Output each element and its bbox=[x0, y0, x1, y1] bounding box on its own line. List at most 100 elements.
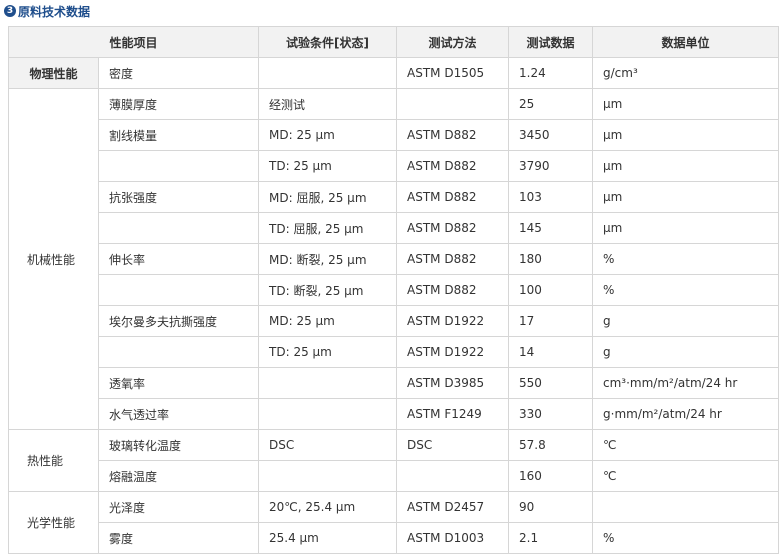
section-title-text: 原料技术数据 bbox=[18, 4, 91, 19]
cell-value: 25 bbox=[508, 88, 594, 120]
cell-method: DSC bbox=[396, 429, 510, 461]
cell-value: 2.1 bbox=[508, 522, 594, 554]
cell-method: ASTM D882 bbox=[396, 274, 510, 306]
cell-condition: TD: 25 μm bbox=[258, 336, 398, 368]
table-header-row: 性能项目 试验条件[状态] 测试方法 测试数据 数据单位 bbox=[7, 26, 780, 58]
cell-condition bbox=[258, 460, 398, 492]
table-row: TD: 屈服, 25 μm ASTM D882 145 μm bbox=[9, 212, 780, 244]
cell-unit: cm³·mm/m²/atm/24 hr bbox=[592, 367, 780, 399]
cell-value: 550 bbox=[508, 367, 594, 399]
cell-method: ASTM D882 bbox=[396, 119, 510, 151]
cell-value: 100 bbox=[508, 274, 594, 306]
cell-condition: MD: 25 μm bbox=[258, 119, 398, 151]
table-row: TD: 25 μm ASTM D1922 14 g bbox=[9, 336, 780, 368]
cell-item bbox=[97, 212, 260, 244]
technical-data-table: 性能项目 试验条件[状态] 测试方法 测试数据 数据单位 物理性能 密度 AST… bbox=[7, 26, 780, 554]
cell-unit: μm bbox=[592, 212, 780, 244]
cell-condition: TD: 断裂, 25 μm bbox=[258, 274, 398, 306]
cell-method: ASTM D1922 bbox=[396, 336, 510, 368]
table-row: 热性能 玻璃转化温度 DSC DSC 57.8 ℃ bbox=[8, 429, 780, 492]
cell-unit: μm bbox=[592, 119, 780, 151]
cell-unit: g bbox=[592, 336, 780, 368]
cell-method: ASTM D882 bbox=[396, 150, 510, 182]
table-row: 机械性能 薄膜厚度 经测试 25 μm bbox=[8, 88, 780, 430]
cell-unit bbox=[592, 491, 780, 523]
table-row: TD: 断裂, 25 μm ASTM D882 100 % bbox=[9, 274, 780, 306]
cell-condition: DSC bbox=[258, 429, 398, 461]
cell-value: 160 bbox=[508, 460, 594, 492]
cell-unit: % bbox=[592, 243, 780, 275]
table-row: 割线模量 MD: 25 μm ASTM D882 3450 μm bbox=[9, 119, 780, 151]
cell-item: 水气透过率 bbox=[97, 398, 260, 430]
table-row: 熔融温度 160 ℃ bbox=[9, 460, 780, 492]
cell-method: ASTM F1249 bbox=[396, 398, 510, 430]
cell-method: ASTM D882 bbox=[396, 181, 510, 213]
header-condition: 试验条件[状态] bbox=[258, 26, 398, 58]
table-row: 透氧率 ASTM D3985 550 cm³·mm/m²/atm/24 hr bbox=[9, 367, 780, 399]
cell-method bbox=[396, 460, 510, 492]
cell-condition: TD: 屈服, 25 μm bbox=[258, 212, 398, 244]
cell-unit: μm bbox=[592, 181, 780, 213]
table-row: 抗张强度 MD: 屈服, 25 μm ASTM D882 103 μm bbox=[9, 181, 780, 213]
cell-item: 熔融温度 bbox=[97, 460, 260, 492]
header-property: 性能项目 bbox=[7, 26, 260, 58]
cell-unit: ℃ bbox=[592, 460, 780, 492]
cell-method: ASTM D1505 bbox=[396, 57, 510, 89]
cell-method: ASTM D2457 bbox=[396, 491, 510, 523]
category-mechanical: 机械性能 bbox=[8, 88, 99, 430]
table-row: 光学性能 光泽度 20℃, 25.4 μm ASTM D2457 90 bbox=[8, 491, 780, 554]
cell-condition: 经测试 bbox=[258, 88, 398, 120]
cell-item: 密度 bbox=[97, 57, 260, 89]
category-physical: 物理性能 bbox=[8, 57, 99, 89]
cell-value: 57.8 bbox=[508, 429, 594, 461]
cell-unit: g/cm³ bbox=[592, 57, 780, 89]
table-row: 伸长率 MD: 断裂, 25 μm ASTM D882 180 % bbox=[9, 243, 780, 275]
cell-item: 透氧率 bbox=[97, 367, 260, 399]
table-row: 水气透过率 ASTM F1249 330 g·mm/m²/atm/24 hr bbox=[9, 398, 780, 430]
cell-item: 玻璃转化温度 bbox=[97, 429, 260, 461]
cell-unit: % bbox=[592, 274, 780, 306]
cell-value: 3450 bbox=[508, 119, 594, 151]
table-row: 物理性能 密度 ASTM D1505 1.24 g/cm³ bbox=[8, 57, 780, 89]
cell-condition: MD: 断裂, 25 μm bbox=[258, 243, 398, 275]
cell-value: 330 bbox=[508, 398, 594, 430]
cell-item bbox=[97, 150, 260, 182]
cell-condition bbox=[258, 57, 398, 89]
cell-item: 抗张强度 bbox=[97, 181, 260, 213]
header-value: 测试数据 bbox=[508, 26, 594, 58]
cell-condition bbox=[258, 367, 398, 399]
cell-value: 145 bbox=[508, 212, 594, 244]
cell-method: ASTM D882 bbox=[396, 243, 510, 275]
category-thermal: 热性能 bbox=[8, 429, 99, 492]
cell-item bbox=[97, 274, 260, 306]
cell-condition: MD: 25 μm bbox=[258, 305, 398, 337]
cell-item: 薄膜厚度 bbox=[97, 88, 260, 120]
section-title: 3 原料技术数据 bbox=[4, 2, 90, 20]
cell-method: ASTM D1922 bbox=[396, 305, 510, 337]
cell-value: 1.24 bbox=[508, 57, 594, 89]
cell-unit: % bbox=[592, 522, 780, 554]
cell-unit: g bbox=[592, 305, 780, 337]
cell-condition: 25.4 μm bbox=[258, 522, 398, 554]
cell-condition bbox=[258, 398, 398, 430]
cell-item bbox=[97, 336, 260, 368]
cell-value: 14 bbox=[508, 336, 594, 368]
category-optical: 光学性能 bbox=[8, 491, 99, 554]
section-number-badge: 3 bbox=[4, 5, 16, 17]
cell-condition: 20℃, 25.4 μm bbox=[258, 491, 398, 523]
cell-item: 雾度 bbox=[97, 522, 260, 554]
cell-method bbox=[396, 88, 510, 120]
cell-condition: MD: 屈服, 25 μm bbox=[258, 181, 398, 213]
table-row: TD: 25 μm ASTM D882 3790 μm bbox=[9, 150, 780, 182]
header-method: 测试方法 bbox=[396, 26, 510, 58]
cell-value: 90 bbox=[508, 491, 594, 523]
cell-unit: g·mm/m²/atm/24 hr bbox=[592, 398, 780, 430]
cell-value: 180 bbox=[508, 243, 594, 275]
cell-method: ASTM D1003 bbox=[396, 522, 510, 554]
cell-unit: ℃ bbox=[592, 429, 780, 461]
cell-unit: μm bbox=[592, 88, 780, 120]
header-unit: 数据单位 bbox=[592, 26, 780, 58]
cell-method: ASTM D882 bbox=[396, 212, 510, 244]
cell-item: 割线模量 bbox=[97, 119, 260, 151]
table-row: 雾度 25.4 μm ASTM D1003 2.1 % bbox=[9, 522, 780, 554]
